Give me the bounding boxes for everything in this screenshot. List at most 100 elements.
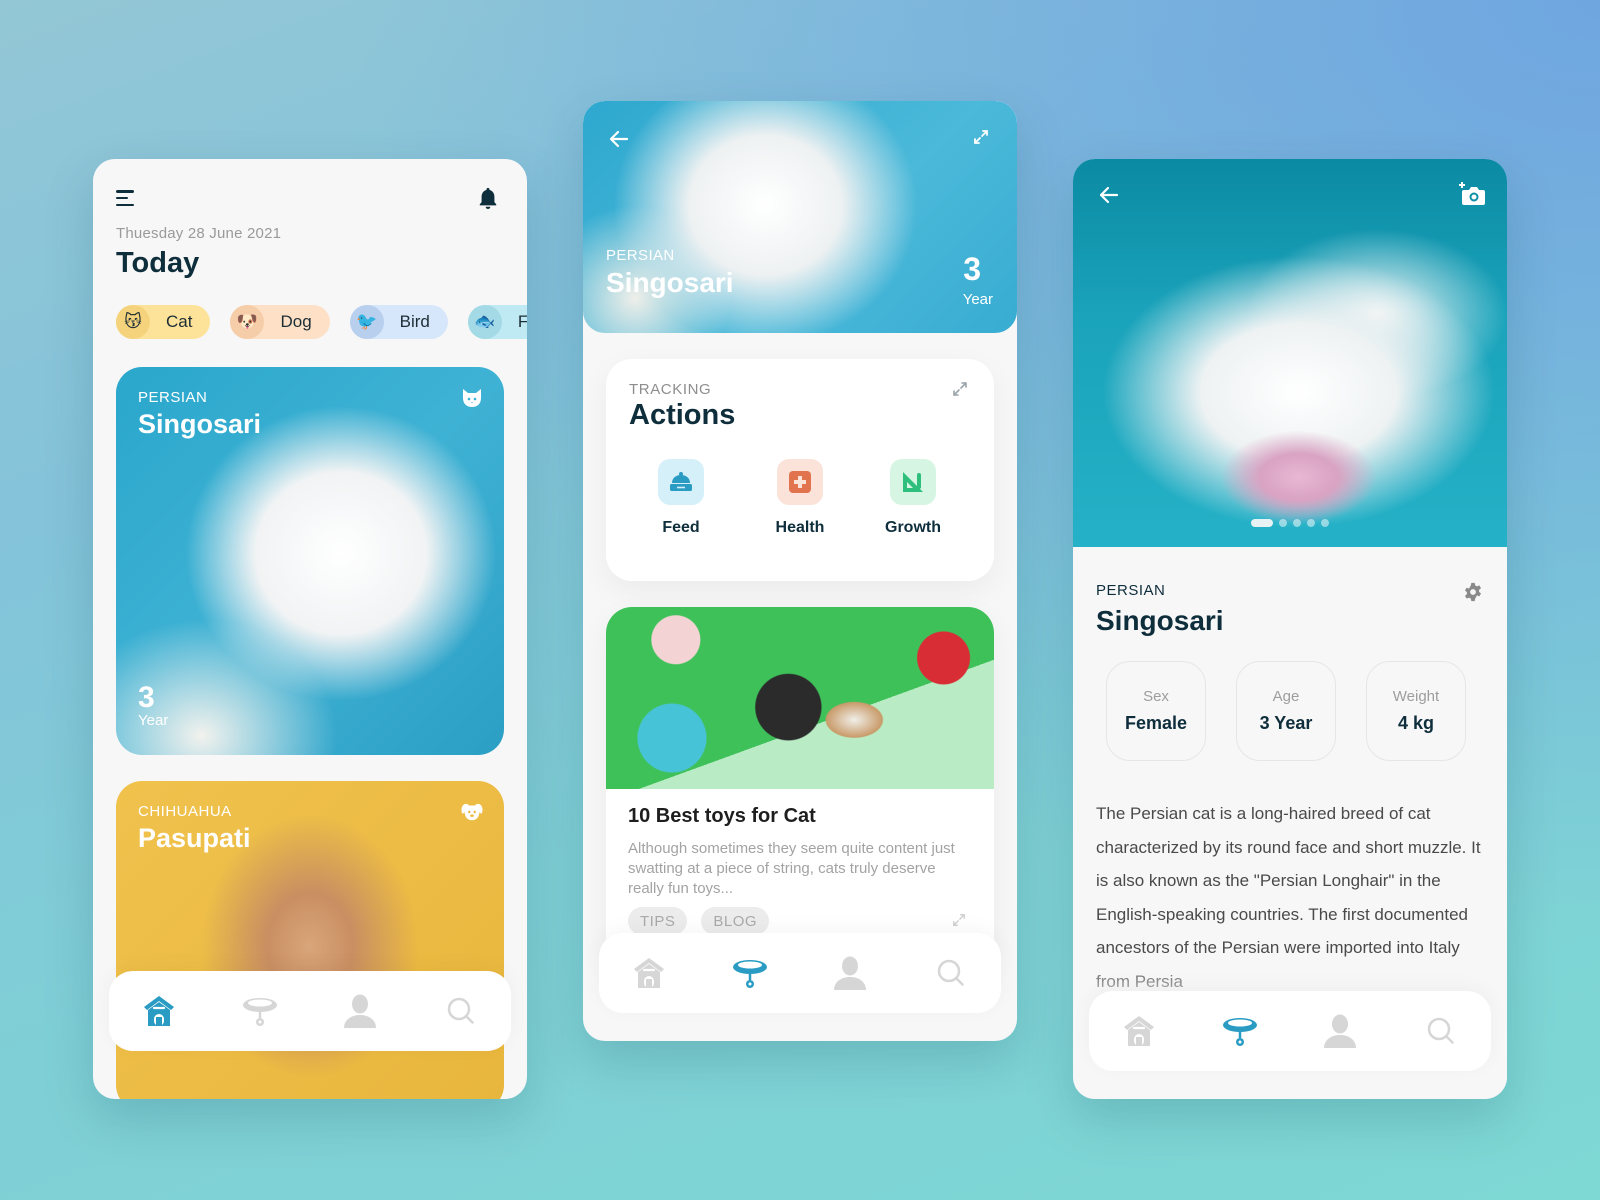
date-label: Thuesday 28 June 2021 [116, 225, 282, 242]
gallery-pagination [1073, 519, 1507, 527]
collar-icon [1222, 1018, 1257, 1046]
collar-icon [242, 998, 277, 1026]
pet-name: Singosari [138, 409, 262, 439]
bird-emoji-icon: 🐦 [349, 305, 384, 339]
dog-house-icon [1124, 1016, 1155, 1046]
stat-sex: Sex Female [1106, 661, 1206, 761]
dog-house-icon [144, 996, 175, 1026]
nav-profile[interactable] [340, 991, 380, 1031]
action-feed[interactable]: Feed [636, 459, 726, 537]
action-growth[interactable]: Growth [868, 459, 958, 537]
nav-search[interactable] [441, 991, 481, 1031]
stat-key: Sex [1143, 688, 1169, 705]
pet-card-dog[interactable]: CHIHUAHUA Pasupati [116, 781, 504, 1099]
gallery-dot[interactable] [1307, 519, 1315, 527]
chip-dog[interactable]: 🐶 Dog [230, 305, 330, 339]
pet-age-number: 3 [138, 681, 155, 714]
pet-breed: PERSIAN [1096, 582, 1166, 599]
stat-key: Age [1272, 688, 1300, 705]
expand-icon[interactable] [973, 129, 989, 145]
menu-icon[interactable] [116, 190, 136, 206]
nav-search[interactable] [931, 953, 971, 993]
dog-emoji-icon: 🐶 [230, 305, 265, 339]
gear-icon[interactable] [1463, 582, 1483, 602]
user-icon [1324, 1014, 1357, 1048]
stat-age: Age 3 Year [1236, 661, 1336, 761]
pet-name: Singosari [1096, 605, 1224, 636]
chip-bird[interactable]: 🐦 Bird [349, 305, 448, 339]
search-icon [937, 959, 964, 986]
expand-icon[interactable] [952, 381, 968, 397]
bottom-nav [1089, 991, 1491, 1071]
first-aid-icon [789, 471, 811, 493]
search-icon [1427, 1017, 1454, 1044]
stat-value: 4 kg [1397, 713, 1435, 733]
pet-breed: CHIHUAHUA [138, 803, 232, 820]
nav-collar[interactable] [1220, 1011, 1260, 1051]
cat-emoji-icon: 😽 [116, 305, 150, 339]
tag-blog[interactable]: BLOG [701, 907, 770, 935]
blog-card[interactable]: 10 Best toys for Cat Although sometimes … [606, 607, 994, 967]
bottom-nav [109, 971, 511, 1051]
action-label: Feed [662, 519, 700, 536]
chip-cat[interactable]: 😽 Cat [116, 305, 211, 339]
bottom-nav [599, 933, 1001, 1013]
tag-tips[interactable]: TIPS [628, 907, 688, 935]
gallery-dot[interactable] [1279, 519, 1287, 527]
stat-value: 3 Year [1259, 713, 1313, 733]
action-label: Growth [885, 519, 941, 536]
tracking-title: Actions [629, 399, 736, 431]
chip-label: Fish [517, 312, 527, 331]
chip-label: Bird [399, 312, 430, 331]
pet-card-cat[interactable]: PERSIAN Singosari 3 Year [116, 367, 504, 755]
user-icon [834, 956, 867, 990]
nav-search[interactable] [1421, 1011, 1461, 1051]
stat-value: Female [1124, 713, 1188, 733]
bell-icon[interactable] [477, 186, 499, 210]
category-chips: 😽 Cat 🐶 Dog 🐦 Bird 🐟 Fish [116, 305, 527, 339]
gallery-dot[interactable] [1251, 519, 1273, 527]
nav-home[interactable] [629, 953, 669, 993]
nav-collar[interactable] [240, 991, 280, 1031]
pet-breed: PERSIAN [606, 247, 675, 264]
pet-hero: PERSIAN Singosari 3 Year [583, 101, 1017, 333]
pet-detail-screen: PERSIAN Singosari Sex Female Age 3 Year … [1073, 159, 1507, 1099]
nav-collar[interactable] [730, 953, 770, 993]
nav-home[interactable] [1119, 1011, 1159, 1051]
ruler-triangle-icon [903, 472, 923, 492]
blog-image [606, 607, 994, 789]
add-photo-icon[interactable] [1459, 181, 1487, 207]
nav-home[interactable] [139, 991, 179, 1031]
pet-photo-gallery[interactable] [1073, 159, 1507, 547]
tracking-label: TRACKING [629, 381, 712, 398]
blog-tags: TIPS BLOG [628, 907, 770, 935]
gallery-dot[interactable] [1293, 519, 1301, 527]
chip-label: Dog [280, 312, 312, 331]
expand-icon[interactable] [952, 913, 966, 927]
food-bowl-icon [670, 472, 692, 491]
tracking-screen: PERSIAN Singosari 3 Year TRACKING Action… [583, 101, 1017, 1041]
nav-profile[interactable] [1320, 1011, 1360, 1051]
gallery-dot[interactable] [1321, 519, 1329, 527]
page-title: Today [116, 247, 200, 279]
pet-age-unit: Year [138, 712, 169, 729]
fish-emoji-icon: 🐟 [467, 305, 502, 339]
chip-fish[interactable]: 🐟 Fish [467, 305, 527, 339]
dog-face-icon [461, 803, 483, 821]
back-arrow-icon[interactable] [607, 127, 631, 151]
blog-excerpt: Although sometimes they seem quite conte… [628, 840, 955, 897]
back-arrow-icon[interactable] [1097, 183, 1121, 207]
nav-profile[interactable] [830, 953, 870, 993]
stat-key: Weight [1392, 688, 1440, 705]
pet-age-unit: Year [962, 291, 993, 308]
pet-name: Pasupati [138, 823, 251, 853]
action-label: Health [775, 519, 825, 536]
top-bar [116, 183, 499, 213]
blog-title: 10 Best toys for Cat [628, 805, 816, 827]
action-health[interactable]: Health [755, 459, 845, 537]
dog-house-icon [634, 958, 665, 988]
pet-breed: PERSIAN [138, 389, 208, 406]
search-icon [447, 997, 474, 1024]
collar-icon [732, 960, 767, 988]
user-icon [344, 994, 377, 1028]
